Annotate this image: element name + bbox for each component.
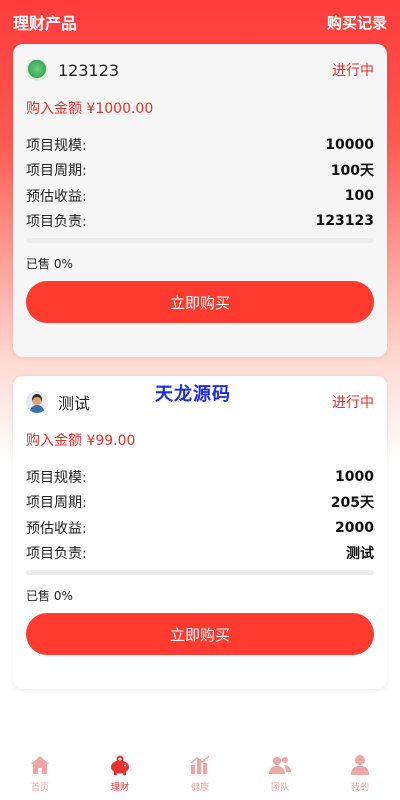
purchase-records-link[interactable]: 购买记录 [327, 12, 387, 33]
detail-value: 123123 [315, 213, 374, 230]
tab-label: 健康 [190, 783, 209, 793]
detail-row-period: 项目周期: 100天 [26, 158, 374, 184]
buy-now-button[interactable]: 立即购买 [26, 281, 374, 323]
detail-row-manager: 项目负责: 123123 [26, 209, 374, 235]
detail-row-return: 预估收益: 2000 [26, 515, 374, 541]
detail-label: 项目规模: [26, 137, 87, 154]
product-name: 123123 [58, 60, 120, 80]
buy-now-button[interactable]: 立即购买 [26, 613, 374, 655]
detail-value: 1000 [335, 468, 374, 485]
detail-value: 100天 [330, 163, 374, 180]
watermark-text: 天龙源码 [155, 384, 231, 405]
product-card[interactable]: 123123 进行中 购入金额 ¥1000.00 项目规模: 10000 项目周… [13, 44, 387, 357]
sold-progress-bar [26, 238, 374, 243]
product-details: 项目规模: 1000 项目周期: 205天 预估收益: 2000 项目负责: 测… [26, 464, 374, 566]
detail-value: 2000 [335, 519, 374, 536]
detail-value: 205天 [330, 495, 374, 512]
tab-label: 我的 [350, 783, 369, 793]
tab-label: 理财 [110, 783, 129, 793]
sold-percentage: 已售 0% [26, 589, 73, 603]
sold-percentage: 已售 0% [26, 257, 73, 271]
product-details: 项目规模: 10000 项目周期: 100天 预估收益: 100 项目负责: 1… [26, 132, 374, 234]
piggy-bank-icon [111, 755, 129, 775]
product-avatar-icon [26, 59, 48, 81]
sold-progress-bar [26, 570, 374, 575]
page-title: 理财产品 [13, 14, 78, 33]
product-card-header: 123123 进行中 [26, 56, 374, 84]
tab-home[interactable]: 首页 [0, 748, 80, 800]
detail-row-manager: 项目负责: 测试 [26, 541, 374, 567]
detail-row-return: 预估收益: 100 [26, 183, 374, 209]
tab-finance[interactable]: 理财 [80, 748, 160, 800]
tab-team[interactable]: 团队 [240, 748, 320, 800]
tab-health[interactable]: 健康 [160, 748, 240, 800]
status-badge: 进行中 [332, 395, 374, 411]
detail-label: 预估收益: [26, 188, 87, 205]
top-bar: 理财产品 购买记录 [0, 0, 400, 44]
tab-label: 首页 [30, 783, 49, 793]
purchase-amount: 购入金额 ¥1000.00 [26, 101, 154, 117]
home-icon [31, 756, 49, 774]
product-avatar-icon [26, 391, 48, 413]
detail-label: 项目负责: [26, 214, 87, 231]
detail-label: 项目规模: [26, 469, 87, 486]
detail-value: 100 [344, 187, 374, 204]
detail-label: 项目周期: [26, 495, 87, 512]
team-icon [269, 757, 291, 774]
user-icon [351, 755, 369, 775]
detail-value: 10000 [325, 136, 374, 153]
detail-label: 项目周期: [26, 163, 87, 180]
detail-value: 测试 [346, 546, 374, 563]
purchase-amount: 购入金额 ¥99.00 [26, 433, 136, 449]
tab-label: 团队 [270, 783, 289, 793]
product-card[interactable]: 测试 进行中 购入金额 ¥99.00 项目规模: 1000 项目周期: 205天… [13, 376, 387, 689]
detail-row-period: 项目周期: 205天 [26, 490, 374, 516]
tab-mine[interactable]: 我的 [320, 748, 400, 800]
bottom-tab-bar: 首页 理财 健康 团队 我的 [0, 748, 400, 800]
detail-row-scale: 项目规模: 1000 [26, 464, 374, 490]
status-badge: 进行中 [332, 63, 374, 79]
detail-label: 预估收益: [26, 520, 87, 537]
chart-icon [190, 755, 210, 774]
detail-row-scale: 项目规模: 10000 [26, 132, 374, 158]
detail-label: 项目负责: [26, 546, 87, 563]
